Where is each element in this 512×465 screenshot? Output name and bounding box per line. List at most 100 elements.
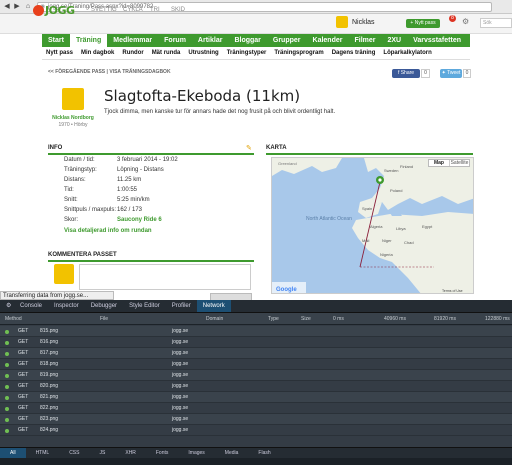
- nav-forum[interactable]: Forum: [158, 34, 192, 47]
- training-diary-link[interactable]: VISA TRÄNINGSDAGBOK: [109, 69, 170, 75]
- col-type[interactable]: Type: [268, 314, 279, 324]
- map-terms-link[interactable]: Terms of Use: [442, 289, 463, 293]
- tweet-button[interactable]: ✦ Tweet: [440, 69, 462, 78]
- nav-start[interactable]: Start: [42, 34, 70, 47]
- subnav-dagens-traning[interactable]: Dagens träning: [328, 47, 380, 59]
- facebook-share-button[interactable]: f Share: [392, 69, 420, 78]
- subnav-min-dagbok[interactable]: Min dagbok: [77, 47, 118, 59]
- network-row[interactable]: GET 822.png jogg.se: [0, 403, 512, 414]
- info-label: Snittpuls / maxpuls:: [64, 207, 117, 213]
- tab-profiler[interactable]: Profiler: [166, 300, 197, 312]
- home-icon[interactable]: ⌂: [24, 2, 32, 11]
- row-domain: jogg.se: [172, 328, 189, 334]
- subnav-utrustning[interactable]: Utrustning: [184, 47, 222, 59]
- map-tab-satellite[interactable]: Satellite: [448, 160, 469, 166]
- nav-2xu[interactable]: 2XU: [382, 34, 408, 47]
- nav-filmer[interactable]: Filmer: [348, 34, 381, 47]
- previous-pass-link[interactable]: << FÖREGÅENDE PASS: [48, 69, 105, 75]
- toolbox-options-icon[interactable]: ⚙: [0, 300, 14, 312]
- network-row[interactable]: GET 819.png jogg.se: [0, 370, 512, 381]
- row-method: GET: [18, 361, 29, 367]
- site-logo[interactable]: JOGG: [33, 3, 75, 17]
- user-avatar[interactable]: [336, 16, 348, 28]
- profile-name[interactable]: Nicklas Nordborg: [50, 115, 96, 121]
- toplink-skid[interactable]: SKID: [171, 7, 185, 13]
- route-map[interactable]: Greenland Sweden Finland Poland Spain Al…: [271, 157, 474, 294]
- toplink-svettig[interactable]: SVETTIG: [91, 7, 117, 13]
- nav-varvsstafetten[interactable]: Varvsstafetten: [407, 34, 467, 47]
- nav-kalender[interactable]: Kalender: [307, 34, 349, 47]
- tab-network[interactable]: Network: [196, 300, 231, 312]
- tab-style-editor[interactable]: Style Editor: [123, 300, 166, 312]
- username[interactable]: Nicklas: [352, 19, 375, 26]
- network-row[interactable]: GET 823.png jogg.se: [0, 414, 512, 425]
- filter-html[interactable]: HTML: [26, 448, 60, 458]
- filter-flash[interactable]: Flash: [248, 448, 280, 458]
- filter-all[interactable]: All: [0, 448, 26, 458]
- comment-textarea[interactable]: [79, 264, 251, 290]
- filter-js[interactable]: JS: [89, 448, 115, 458]
- network-row[interactable]: GET 815.png jogg.se: [0, 326, 512, 337]
- row-domain: jogg.se: [172, 383, 189, 389]
- filter-xhr[interactable]: XHR: [115, 448, 146, 458]
- row-file: 818.png: [40, 361, 59, 367]
- site-search-input[interactable]: Sök: [480, 18, 512, 28]
- row-file: 821.png: [40, 394, 59, 400]
- tab-console[interactable]: Console: [14, 300, 48, 312]
- network-row[interactable]: GET 820.png jogg.se: [0, 381, 512, 392]
- logo-text: JOGG: [45, 3, 75, 17]
- notification-badge[interactable]: 8: [449, 15, 456, 22]
- toplink-tri[interactable]: TRI: [150, 7, 160, 13]
- timeline-tick-1: 40960 ms: [384, 316, 406, 322]
- filter-fonts[interactable]: Fonts: [146, 448, 179, 458]
- subnav-traningsprogram[interactable]: Träningsprogram: [270, 47, 327, 59]
- nav-bloggar[interactable]: Bloggar: [228, 34, 266, 47]
- row-domain: jogg.se: [172, 372, 189, 378]
- toplink-cykla[interactable]: CYKLA: [123, 7, 143, 13]
- network-row[interactable]: GET 816.png jogg.se: [0, 337, 512, 348]
- info-heading: INFO: [48, 145, 254, 155]
- devtools-tabs: ⚙ Console Inspector Debugger Style Edito…: [0, 300, 512, 313]
- map-label-poland: Poland: [390, 188, 402, 193]
- tab-debugger[interactable]: Debugger: [85, 300, 123, 312]
- tab-inspector[interactable]: Inspector: [48, 300, 85, 312]
- nav-medlemmar[interactable]: Medlemmar: [107, 34, 158, 47]
- shoe-link[interactable]: Saucony Ride 6: [117, 217, 162, 223]
- col-method[interactable]: Method: [5, 314, 22, 324]
- filter-media[interactable]: Media: [215, 448, 249, 458]
- comment-avatar: [54, 264, 74, 284]
- forward-icon[interactable]: ▶: [13, 2, 21, 11]
- row-method: GET: [18, 405, 29, 411]
- col-size[interactable]: Size: [301, 314, 311, 324]
- subnav-rundor[interactable]: Rundor: [118, 47, 147, 59]
- network-row[interactable]: GET 818.png jogg.se: [0, 359, 512, 370]
- network-row[interactable]: GET 824.png jogg.se: [0, 425, 512, 436]
- network-row[interactable]: GET 821.png jogg.se: [0, 392, 512, 403]
- profile-avatar[interactable]: [62, 88, 84, 110]
- info-label: Tid:: [64, 187, 74, 193]
- devtools-bottom-bar: [0, 458, 512, 465]
- new-pass-button[interactable]: + Nytt pass: [406, 19, 440, 28]
- nav-artiklar[interactable]: Artiklar: [192, 34, 229, 47]
- back-icon[interactable]: ◀: [3, 2, 11, 11]
- col-domain[interactable]: Domain: [206, 314, 223, 324]
- col-file[interactable]: File: [100, 314, 108, 324]
- comment-heading: KOMMENTERA PASSET: [48, 252, 254, 262]
- filter-css[interactable]: CSS: [59, 448, 89, 458]
- info-label: Träningstyp:: [64, 167, 97, 173]
- subnav-nytt-pass[interactable]: Nytt pass: [42, 47, 77, 59]
- row-method: GET: [18, 328, 29, 334]
- info-label: Skor:: [64, 217, 79, 223]
- subnav-traningstyper[interactable]: Träningstyper: [223, 47, 271, 59]
- filter-images[interactable]: Images: [178, 448, 214, 458]
- edit-pencil-icon[interactable]: ✎: [246, 144, 252, 152]
- map-tab-map[interactable]: Map: [429, 160, 449, 166]
- nav-grupper[interactable]: Grupper: [267, 34, 307, 47]
- subnav-loparkalkylatorn[interactable]: Löparkalkylatorn: [379, 47, 435, 59]
- detail-info-link[interactable]: Visa detaljerad info om rundan: [64, 228, 152, 234]
- settings-icon[interactable]: ⚙: [462, 17, 469, 26]
- map-label-niger: Niger: [382, 238, 392, 243]
- network-row[interactable]: GET 817.png jogg.se: [0, 348, 512, 359]
- subnav-mat-runda[interactable]: Mät runda: [148, 47, 185, 59]
- nav-traning[interactable]: Träning: [69, 34, 108, 47]
